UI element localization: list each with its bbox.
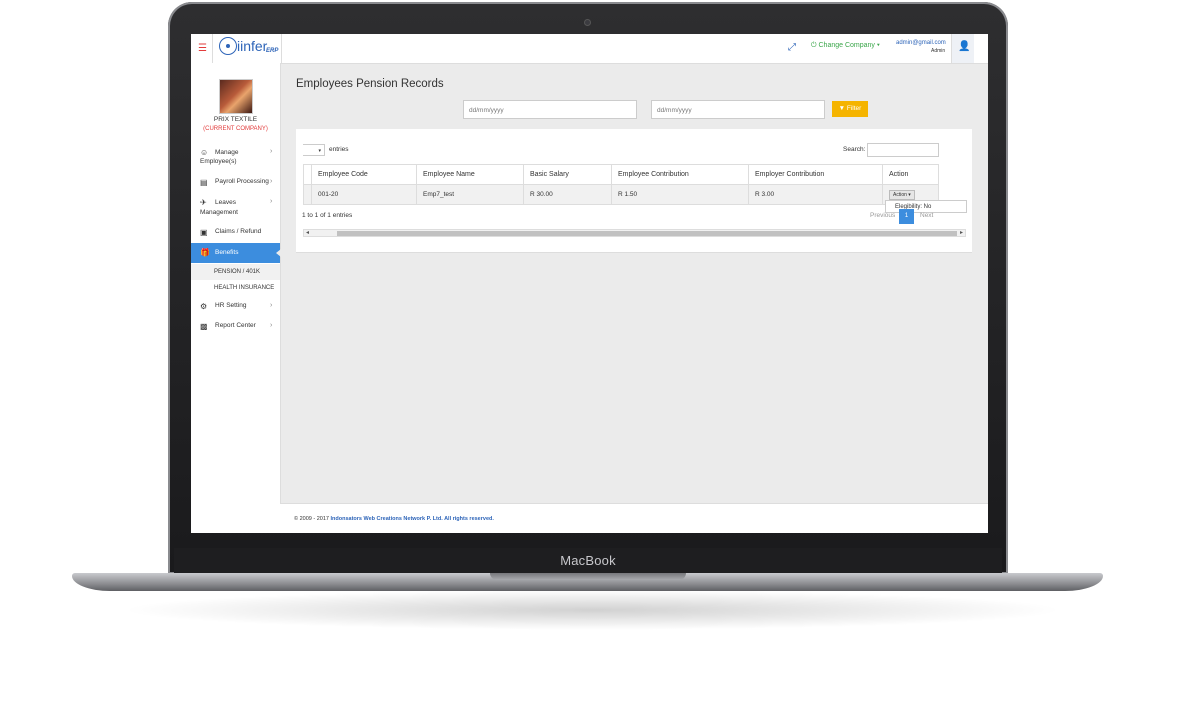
sidebar-item-leaves[interactable]: ✈ Leaves Management › bbox=[191, 198, 280, 220]
sidebar-item-label: Payroll Processing bbox=[215, 178, 269, 185]
table-cell: R 3.00 bbox=[748, 184, 883, 205]
change-company-label: Change Company bbox=[818, 42, 875, 49]
column-header[interactable]: Employee Code bbox=[311, 164, 417, 185]
chevron-right-icon: › bbox=[270, 322, 273, 329]
table-cell: 001-20 bbox=[311, 184, 417, 205]
webcam bbox=[584, 19, 591, 26]
list-icon: ▤ bbox=[200, 178, 208, 187]
sidebar-item-claims[interactable]: ▣ Claims / Refund bbox=[191, 228, 280, 240]
laptop-shadow bbox=[120, 590, 1065, 630]
bar-chart-icon: ▩ bbox=[200, 322, 208, 331]
logo-mark bbox=[219, 37, 237, 55]
sidebar-item-label: Claims / Refund bbox=[215, 228, 262, 235]
filter-label: Filter bbox=[846, 105, 862, 112]
date-to-input[interactable]: dd/mm/yyyy bbox=[651, 100, 825, 119]
sidebar-item-label: Manage Employee(s) bbox=[200, 149, 239, 165]
table-header-row: Employee Code Employee Name Basic Salary… bbox=[303, 164, 939, 185]
fullscreen-icon[interactable]: ⤢ bbox=[788, 42, 796, 53]
menu-toggle-icon[interactable]: ☰ bbox=[198, 43, 207, 54]
action-label: Action bbox=[893, 191, 907, 198]
sidebar-subitem-label: HEALTH INSURANCE bbox=[214, 285, 275, 291]
search-label: Search: bbox=[843, 146, 866, 153]
user-role: Admin bbox=[931, 48, 946, 54]
table-cell: Emp7_test bbox=[416, 184, 524, 205]
gift-icon: 🎁 bbox=[200, 248, 210, 257]
table-cell bbox=[303, 184, 312, 205]
chevron-right-icon: › bbox=[270, 198, 273, 205]
power-icon: ⏻ bbox=[811, 42, 817, 49]
column-header[interactable]: Action bbox=[882, 164, 939, 185]
chevron-right-icon: › bbox=[270, 148, 273, 155]
entries-label: entries bbox=[329, 146, 349, 153]
column-header[interactable]: Basic Salary bbox=[523, 164, 612, 185]
filter-button[interactable]: ▼ Filter bbox=[832, 101, 868, 117]
table-cell: R 30.00 bbox=[523, 184, 612, 205]
app-screen: ☰ iinfer ERP ⤢ ⏻ Change Company ▾ admin@… bbox=[191, 34, 988, 533]
user-avatar-icon: 👤 bbox=[958, 41, 971, 52]
chevron-right-icon: › bbox=[270, 178, 273, 185]
money-icon: ▣ bbox=[200, 228, 208, 237]
company-status: (CURRENT COMPANY) bbox=[203, 126, 268, 132]
app-logo[interactable]: iinfer ERP bbox=[212, 34, 282, 63]
column-header[interactable]: Employee Contribution bbox=[611, 164, 749, 185]
scrollbar-thumb[interactable] bbox=[337, 231, 957, 236]
horizontal-scrollbar[interactable]: ◂ ▸ bbox=[303, 229, 966, 237]
sidebar-item-label: Benefits bbox=[215, 249, 239, 256]
footer-copyright: © 2009 - 2017 bbox=[294, 516, 329, 522]
search-input[interactable] bbox=[867, 143, 939, 157]
laptop-brand-label: MacBook bbox=[174, 548, 1002, 574]
company-avatar bbox=[219, 79, 253, 114]
logo-text: iinfer bbox=[237, 38, 268, 54]
logo-suffix: ERP bbox=[266, 48, 279, 54]
scroll-left-icon[interactable]: ◂ bbox=[306, 229, 309, 236]
user-menu-button[interactable]: 👤 bbox=[951, 34, 974, 63]
footer-company-link[interactable]: Indonsators Web Creations Network P. Ltd… bbox=[330, 516, 493, 522]
sidebar-item-label: Leaves Management bbox=[200, 199, 238, 216]
column-header[interactable]: Employer Contribution bbox=[748, 164, 883, 185]
date-from-input[interactable]: dd/mm/yyyy bbox=[463, 100, 637, 119]
pension-table: Employee Code Employee Name Basic Salary… bbox=[303, 164, 939, 205]
sidebar-item-hr-setting[interactable]: ⚙ HR Setting › bbox=[191, 302, 280, 314]
scroll-right-icon[interactable]: ▸ bbox=[960, 229, 963, 236]
pagination-next[interactable]: Next bbox=[920, 212, 933, 219]
table-cell: R 1.50 bbox=[611, 184, 749, 205]
page-title: Employees Pension Records bbox=[296, 78, 444, 90]
table-info: 1 to 1 of 1 entries bbox=[302, 212, 353, 219]
laptop-hinge-notch bbox=[490, 573, 686, 580]
pagination-previous[interactable]: Previous bbox=[870, 212, 895, 219]
company-name: PRIX TEXTILE bbox=[213, 116, 258, 123]
caret-down-icon: ▾ bbox=[876, 42, 880, 49]
table-row: 001-20 Emp7_test R 30.00 R 1.50 R 3.00 A… bbox=[303, 184, 939, 205]
gear-icon: ⚙ bbox=[200, 302, 208, 311]
sidebar-subitem-pension[interactable]: PENSION / 401K bbox=[191, 264, 280, 280]
sidebar-item-report-center[interactable]: ▩ Report Center › bbox=[191, 322, 280, 334]
records-panel: ▾ entries Search: Employee Code Employee… bbox=[296, 129, 972, 253]
chevron-right-icon: › bbox=[270, 302, 273, 309]
top-bar: ☰ iinfer ERP ⤢ ⏻ Change Company ▾ admin@… bbox=[191, 34, 988, 64]
sidebar-item-payroll[interactable]: ▤ Payroll Processing › bbox=[191, 178, 280, 190]
user-email[interactable]: admin@gmail.com bbox=[896, 40, 946, 46]
sidebar: PRIX TEXTILE (CURRENT COMPANY) ☺ Manage … bbox=[191, 63, 281, 533]
active-indicator bbox=[276, 249, 281, 257]
sidebar-item-label: HR Setting bbox=[215, 302, 247, 309]
change-company-dropdown[interactable]: ⏻ Change Company ▾ bbox=[811, 42, 880, 50]
filter-icon: ▼ bbox=[838, 105, 846, 112]
table-header-spacer bbox=[303, 164, 312, 185]
sidebar-subitem-label: PENSION / 401K bbox=[214, 269, 261, 275]
column-header[interactable]: Employee Name bbox=[416, 164, 524, 185]
pagination-current-page[interactable]: 1 bbox=[899, 209, 914, 224]
footer: © 2009 - 2017 Indonsators Web Creations … bbox=[280, 503, 988, 533]
sidebar-item-manage-employees[interactable]: ☺ Manage Employee(s) › bbox=[191, 147, 280, 169]
entries-select[interactable]: ▾ bbox=[303, 144, 325, 156]
sidebar-item-label: Report Center bbox=[215, 322, 256, 329]
row-action-button[interactable]: Action ▾ bbox=[889, 189, 915, 200]
sidebar-item-benefits[interactable]: 🎁 Benefits bbox=[191, 243, 281, 263]
caret-down-icon: ▾ bbox=[908, 191, 911, 198]
sidebar-subitem-health-insurance[interactable]: HEALTH INSURANCE bbox=[191, 281, 280, 297]
